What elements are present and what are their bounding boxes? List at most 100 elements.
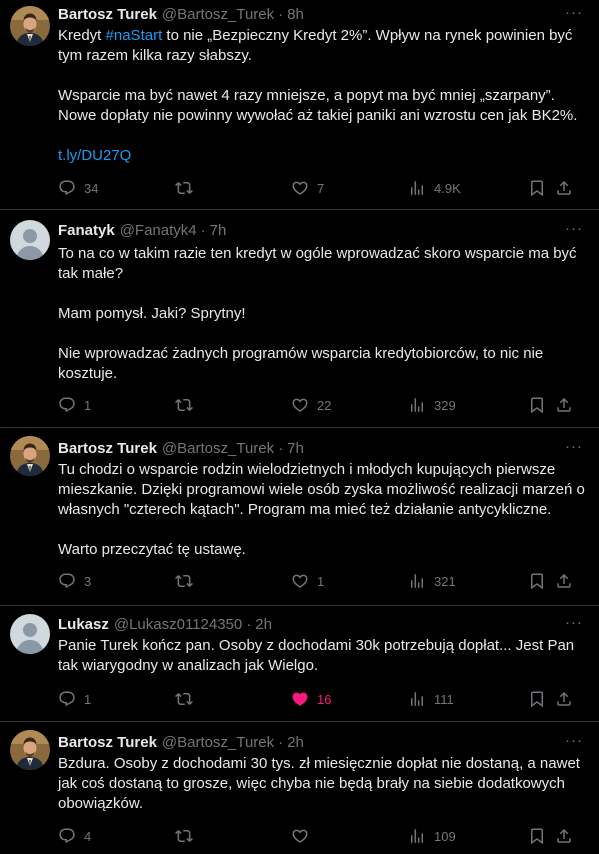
separator-dot: · <box>200 221 206 239</box>
bookmark-button[interactable] <box>528 178 546 198</box>
separator-dot: · <box>278 5 284 23</box>
tweet-text: Bzdura. Osoby z dochodami 30 tys. zł mie… <box>58 754 586 814</box>
share-button[interactable] <box>555 689 573 709</box>
retweet-icon <box>175 396 193 414</box>
reply-icon <box>58 179 76 197</box>
author-name[interactable]: Lukasz <box>58 616 109 633</box>
timestamp[interactable]: 7h <box>287 440 304 457</box>
avatar[interactable] <box>10 614 50 654</box>
reply-icon <box>58 396 76 414</box>
reply-icon <box>58 572 76 590</box>
views-count: 111 <box>434 691 454 707</box>
tweet-header: Bartosz Turek @Bartosz_Turek · 2h <box>58 732 304 752</box>
retweet-button[interactable] <box>175 571 201 591</box>
author-handle[interactable]: @Fanatyk4 <box>120 222 197 239</box>
retweet-button[interactable] <box>175 826 201 846</box>
tweet-text: Kredyt #naStart to nie „Bezpieczny Kredy… <box>58 26 586 166</box>
more-options-icon[interactable]: ··· <box>565 733 583 748</box>
views-button[interactable]: 111 <box>408 689 454 709</box>
hashtag-link[interactable]: #naStart <box>106 27 163 44</box>
share-button[interactable] <box>555 178 573 198</box>
reply-count: 34 <box>84 180 99 196</box>
like-count: 7 <box>317 180 325 196</box>
tweet[interactable]: Bartosz Turek @Bartosz_Turek · 7h ··· Tu… <box>0 428 599 606</box>
avatar[interactable] <box>10 220 50 260</box>
views-count: 4.9K <box>434 180 461 196</box>
share-button[interactable] <box>555 571 573 591</box>
paragraph: To na co w takim razie ten kredyt w ogól… <box>58 245 577 282</box>
tweet[interactable]: Bartosz Turek @Bartosz_Turek · 8h ··· Kr… <box>0 0 599 210</box>
heart-icon <box>291 572 309 590</box>
short-link[interactable]: t.ly/DU27Q <box>58 147 131 164</box>
retweet-button[interactable] <box>175 689 201 709</box>
author-handle[interactable]: @Bartosz_Turek <box>162 440 274 457</box>
paragraph: Mam pomysł. Jaki? Sprytny! <box>58 305 246 322</box>
avatar[interactable] <box>10 6 50 46</box>
tweet-text: Panie Turek kończ pan. Osoby z dochodami… <box>58 636 586 676</box>
tweet[interactable]: Lukasz @Lukasz01124350 · 2h ··· Panie Tu… <box>0 606 599 722</box>
tweet[interactable]: Bartosz Turek @Bartosz_Turek · 2h ··· Bz… <box>0 722 599 854</box>
share-button[interactable] <box>555 395 573 415</box>
heart-icon <box>291 396 309 414</box>
author-name[interactable]: Fanatyk <box>58 222 115 239</box>
share-icon <box>555 690 573 708</box>
tweet-text: To na co w takim razie ten kredyt w ogól… <box>58 244 586 384</box>
timestamp[interactable]: 2h <box>287 734 304 751</box>
views-icon <box>408 396 426 414</box>
like-button[interactable]: 22 <box>291 395 331 415</box>
retweet-icon <box>175 572 193 590</box>
heart-icon <box>291 179 309 197</box>
bookmark-icon <box>528 179 546 197</box>
author-name[interactable]: Bartosz Turek <box>58 6 157 23</box>
author-handle[interactable]: @Lukasz01124350 <box>114 616 242 633</box>
views-count: 109 <box>434 828 456 844</box>
separator-dot: · <box>278 733 284 751</box>
retweet-icon <box>175 690 193 708</box>
reply-icon <box>58 827 76 845</box>
more-options-icon[interactable]: ··· <box>565 221 583 236</box>
paragraph: Panie Turek kończ pan. Osoby z dochodami… <box>58 637 575 674</box>
views-button[interactable]: 321 <box>408 571 456 591</box>
views-button[interactable]: 329 <box>408 395 456 415</box>
bookmark-button[interactable] <box>528 571 546 591</box>
like-button[interactable]: 16 <box>291 689 331 709</box>
more-options-icon[interactable]: ··· <box>565 439 583 454</box>
author-handle[interactable]: @Bartosz_Turek <box>162 6 274 23</box>
views-button[interactable]: 4.9K <box>408 178 461 198</box>
tweet-header: Fanatyk @Fanatyk4 · 7h <box>58 220 226 240</box>
tweet-header: Lukasz @Lukasz01124350 · 2h <box>58 614 272 634</box>
author-name[interactable]: Bartosz Turek <box>58 440 157 457</box>
views-count: 329 <box>434 397 456 413</box>
avatar[interactable] <box>10 730 50 770</box>
retweet-button[interactable] <box>175 395 201 415</box>
timestamp[interactable]: 7h <box>210 222 227 239</box>
timestamp[interactable]: 2h <box>255 616 272 633</box>
tweet-header: Bartosz Turek @Bartosz_Turek · 7h <box>58 438 304 458</box>
like-button[interactable] <box>291 826 317 846</box>
avatar[interactable] <box>10 436 50 476</box>
views-button[interactable]: 109 <box>408 826 456 846</box>
share-button[interactable] <box>555 826 573 846</box>
bookmark-button[interactable] <box>528 689 546 709</box>
paragraph: Nie wprowadzać żadnych programów wsparci… <box>58 345 544 382</box>
reply-count: 4 <box>84 828 92 844</box>
bookmark-button[interactable] <box>528 826 546 846</box>
reply-button[interactable]: 3 <box>58 571 91 591</box>
author-name[interactable]: Bartosz Turek <box>58 734 157 751</box>
reply-button[interactable]: 1 <box>58 395 91 415</box>
paragraph: Bzdura. Osoby z dochodami 30 tys. zł mie… <box>58 755 580 812</box>
like-button[interactable]: 1 <box>291 571 324 591</box>
tweet-header: Bartosz Turek @Bartosz_Turek · 8h <box>58 4 304 24</box>
reply-button[interactable]: 1 <box>58 689 91 709</box>
author-handle[interactable]: @Bartosz_Turek <box>162 734 274 751</box>
retweet-button[interactable] <box>175 178 201 198</box>
share-icon <box>555 396 573 414</box>
reply-button[interactable]: 4 <box>58 826 91 846</box>
more-options-icon[interactable]: ··· <box>565 615 583 630</box>
tweet[interactable]: Fanatyk @Fanatyk4 · 7h ··· To na co w ta… <box>0 210 599 428</box>
bookmark-button[interactable] <box>528 395 546 415</box>
reply-button[interactable]: 34 <box>58 178 98 198</box>
timestamp[interactable]: 8h <box>287 6 304 23</box>
like-button[interactable]: 7 <box>291 178 324 198</box>
more-options-icon[interactable]: ··· <box>565 5 583 20</box>
